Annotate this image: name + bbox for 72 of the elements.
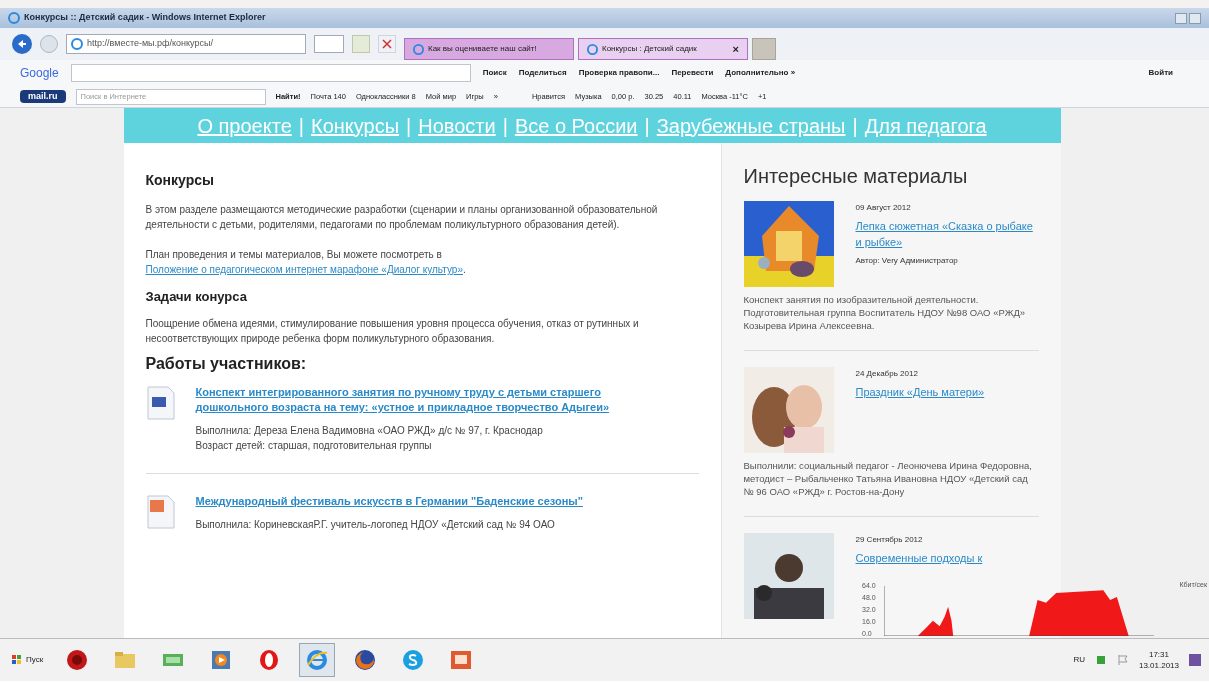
mail-logo: mail.ru: [20, 89, 66, 104]
article-date: 29 Сентябрь 2012: [854, 534, 924, 546]
article-date: 09 Август 2012: [854, 202, 912, 214]
refresh-button[interactable]: [352, 35, 370, 53]
play-icon: [210, 649, 233, 671]
browser-icon: [8, 12, 20, 24]
page-icon: [71, 38, 83, 50]
back-arrow-icon: [17, 39, 27, 49]
folder-icon: [114, 649, 137, 671]
new-tab-button[interactable]: [752, 38, 776, 60]
article-link[interactable]: Современные подходы к: [743, 550, 1039, 566]
google-logo: Google: [20, 65, 59, 82]
toolbar-button[interactable]: Проверка правопи...: [578, 67, 660, 79]
work-link[interactable]: Международный фестиваль искусств в Германии "Баденские сезоны": [195, 494, 676, 509]
start-button[interactable]: Пуск: [8, 645, 48, 675]
nav-separator: |: [502, 113, 508, 139]
language-indicator[interactable]: RU: [1073, 654, 1085, 666]
nav-separator: |: [406, 113, 412, 139]
tab-close-button[interactable]: ×: [732, 40, 739, 58]
nav-separator: |: [852, 113, 858, 139]
nav-separator: |: [298, 113, 304, 139]
article-summary: Конспект занятия по изобразительной деятельности. Подготовительная группа Воспитатель НДОУ №98 ОАО «РЖД» Козырева Ирина Алексеевна.: [743, 293, 1027, 332]
article-date: 24 Декабрь 2012: [854, 368, 919, 380]
address-field[interactable]: http://вместе-мы.рф/конкурсы/: [66, 34, 306, 54]
sidebar-heading: Интересные материалы: [743, 164, 969, 189]
browser-icon: [306, 649, 329, 671]
toolbar-button[interactable]: Поиск: [482, 67, 507, 79]
network-icon[interactable]: [1094, 654, 1107, 666]
back-button[interactable]: [12, 34, 32, 54]
nav-separator: |: [644, 113, 650, 139]
maximize-button[interactable]: [1189, 12, 1201, 24]
page-heading: Конкурсы: [145, 173, 215, 188]
close-tab-button[interactable]: [378, 35, 396, 53]
windows-logo-icon: [12, 655, 22, 665]
work-details: Возраст детей: старшая, подготовительная группы: [195, 439, 433, 453]
window-title: Конкурсы :: Детский садик - Windows Internet Explorer: [24, 11, 266, 25]
sign-in-button[interactable]: Войти: [1148, 67, 1173, 79]
article-summary: Выполнили: социальный педагог - Леонючева Ирина Федоровна, методист – Рыбальченко Татьяна Ивановна НДОУ «Детский сад № 96 ОАО «РЖД» г. Ростов-на-Дону: [743, 459, 1033, 498]
presentation-icon: [145, 494, 176, 530]
page-icon: [587, 43, 598, 55]
opera-icon: [258, 649, 281, 671]
article-author: Автор: Very Администратор: [854, 255, 959, 267]
search-dropdown[interactable]: [314, 35, 344, 53]
toolbar-button[interactable]: Перевести: [671, 67, 714, 79]
flag-icon[interactable]: [1116, 654, 1129, 666]
toolbar-button[interactable]: Дополнительно »: [725, 67, 796, 79]
intro-text: В этом разделе размещаются методические разработки (сценарии и планы организованной образовательной деятельности с детьми, родителями, педагогами по проблемам поликультурного образования детей).: [145, 203, 659, 232]
toolbar-button[interactable]: Поделиться: [518, 67, 567, 79]
tasks-text: Поощрение обмена идеями, стимулирование повышения уровня процесса обучения, отказ от рутинных и несоответствующих природе ребенка форм поликультурного образования.: [145, 317, 640, 346]
browser-tab[interactable]: Конкурсы : Детский садик ×: [578, 38, 748, 60]
document-icon: [145, 385, 176, 421]
close-icon: [382, 39, 392, 49]
work-details: Выполнила: КориневскаяР.Г. учитель-логопед НДОУ «Детский сад № 94 ОАО: [195, 518, 556, 532]
plan-text: План проведения и темы материалов, Вы можете посмотреть в Положение о педагогическом интернет марафоне «Диалог культур».: [145, 248, 467, 277]
google-search-field[interactable]: [70, 64, 471, 82]
page-icon: [413, 43, 424, 55]
regulation-link[interactable]: Положение о педагогическом интернет марафоне «Диалог культур»: [145, 264, 463, 275]
article-link[interactable]: Праздник «День матери»: [743, 384, 1039, 400]
work-link[interactable]: Конспект интегрированного занятия по ручному труду с детьми старшего дошкольного возраста на тему: «устное и прикладное творчество Адыгеи»: [195, 385, 676, 415]
section-heading: Работы участников:: [145, 356, 308, 371]
skype-icon: [402, 649, 425, 671]
url-text: http://вместе-мы.рф/конкурсы/: [87, 37, 213, 51]
work-details: Выполнила: Дереза Елена Вадимовна «ОАО РЖД» д/с № 97, г. Краснодар: [195, 424, 544, 438]
section-heading: Задачи конурса: [145, 289, 248, 304]
disc-icon: [66, 649, 89, 671]
article-link[interactable]: Лепка сюжетная «Сказка о рыбаке и рыбке»: [743, 218, 1039, 250]
browser-tab[interactable]: Как вы оцениваете наш сайт!: [404, 38, 574, 60]
fox-globe-icon: [354, 649, 377, 671]
clock[interactable]: 17:31 13.01.2013: [1138, 649, 1179, 671]
slides-icon: [450, 649, 473, 671]
forward-button[interactable]: [40, 35, 58, 53]
minimize-button[interactable]: [1175, 12, 1187, 24]
